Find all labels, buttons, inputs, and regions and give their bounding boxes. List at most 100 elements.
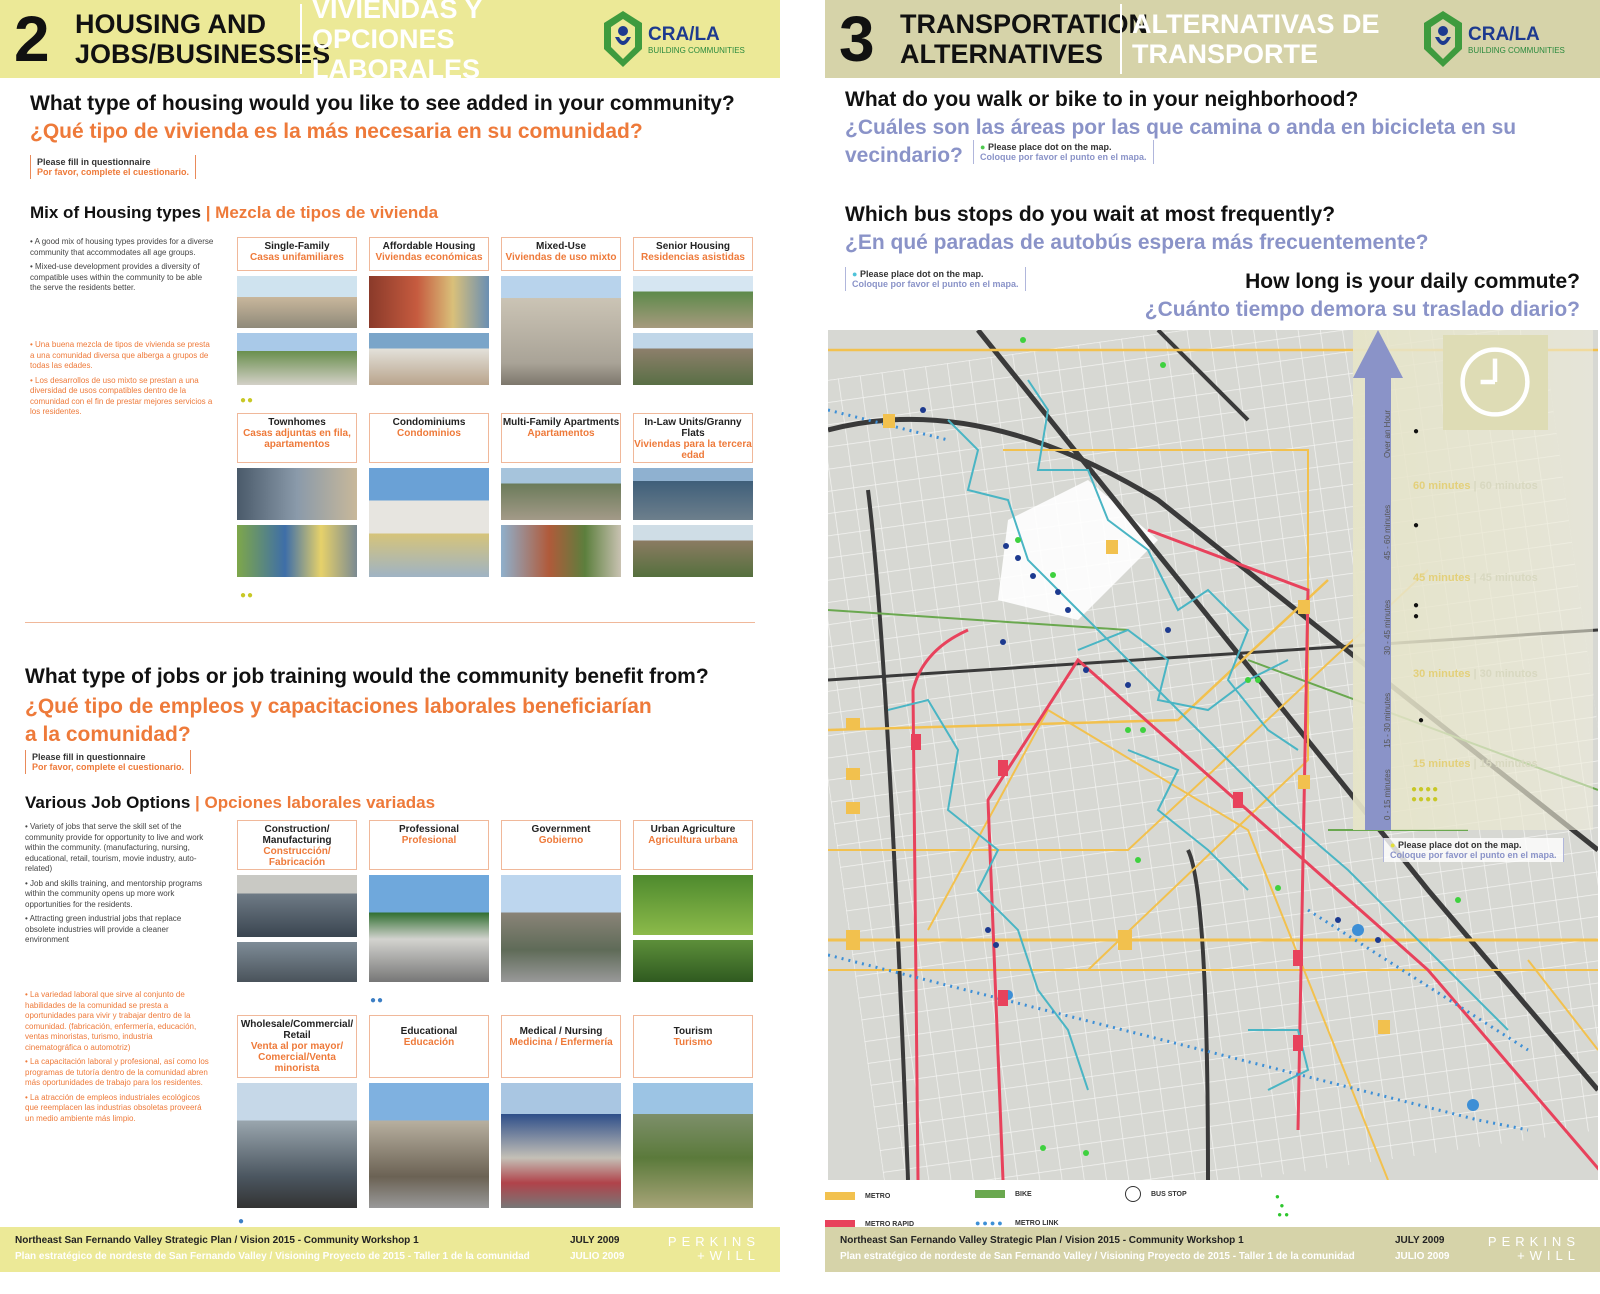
cra-la-logo-icon xyxy=(604,11,642,67)
card-label-es: Viviendas para la tercera edad xyxy=(634,439,752,461)
tick-es: | 15 minutos xyxy=(1473,758,1538,770)
header-divider xyxy=(1120,4,1122,74)
footer-date-en: JULY 2009 xyxy=(570,1235,620,1246)
photo-in-law-2 xyxy=(633,525,753,577)
housing-questionnaire-note: Please fill in questionnaire Por favor, … xyxy=(30,155,197,179)
response-dots: ● xyxy=(238,1216,246,1227)
section-title-en: Mix of Housing types xyxy=(30,203,201,222)
note-es: Coloque por favor el punto en el mapa. xyxy=(980,152,1147,162)
photo-medical xyxy=(501,1083,621,1208)
board-title-en: HOUSING AND JOBS/BUSINESSES xyxy=(75,9,331,69)
card-label-es: Venta al por mayor/ Comercial/Venta mino… xyxy=(250,1041,344,1074)
card-label-es: Condominios xyxy=(397,428,461,439)
photo-professional xyxy=(369,875,489,982)
response-dots: ●● xyxy=(240,395,255,406)
card-label-en: Wholesale/Commercial/ Retail xyxy=(240,1019,354,1041)
green-dot-icon: ● xyxy=(980,142,988,152)
jobs-bullets-en: • Variety of jobs that serve the skill s… xyxy=(25,822,210,950)
note-en-text: Please place dot on the map. xyxy=(1397,840,1522,850)
board-header: 3 TRANSPORTATION ALTERNATIVES ALTERNATIV… xyxy=(825,0,1600,78)
photo-construction xyxy=(237,875,357,937)
header-divider xyxy=(300,4,302,74)
tick-en: 15 minutes xyxy=(1413,758,1471,770)
note-es: Por favor, complete el cuestionario. xyxy=(37,167,190,177)
photo-affordable xyxy=(369,276,489,328)
commute-question-en: How long is your daily commute? xyxy=(1245,270,1580,293)
commute-tick-60: 60 minutes | 60 minutos xyxy=(1413,480,1538,492)
photo-condominiums xyxy=(369,468,489,577)
photo-educational xyxy=(369,1083,489,1208)
response-dots: ●● xyxy=(240,590,255,601)
housing-question-en: What type of housing would you like to s… xyxy=(30,92,735,115)
perkins-will-logo: PERKINS +WILL xyxy=(1487,1234,1580,1263)
photo-senior-2 xyxy=(633,333,753,385)
commute-dots: ● ● xyxy=(1413,600,1420,622)
yellow-dot-icon: ● xyxy=(1390,840,1398,850)
footer-date-es: JULIO 2009 xyxy=(1395,1251,1450,1262)
perkins-will-logo: PERKINS +WILL xyxy=(667,1234,760,1263)
footer-date-es: JULIO 2009 xyxy=(570,1251,625,1262)
walk-bike-question-es: ¿Cuáles son las áreas por las que camina… xyxy=(845,116,1517,167)
place-dot-note-yellow: ● Please place dot on the map. Coloque p… xyxy=(1383,838,1564,862)
note-en: Please fill in questionnaire xyxy=(32,752,146,762)
card-label-en: Mixed-Use xyxy=(535,241,586,252)
card-label-en: Senior Housing xyxy=(656,241,730,252)
tick-es: | 30 minutos xyxy=(1473,668,1538,680)
commute-dots: ● xyxy=(1418,715,1425,726)
note-en: ● Please place dot on the map. xyxy=(852,269,1019,279)
housing-card-townhomes: Townhomes Casas adjuntas en fila, apartam… xyxy=(237,413,357,577)
photo-single-family xyxy=(237,276,357,328)
jobs-question-en: What type of jobs or job training would … xyxy=(25,665,709,688)
housing-card-multi-family: Multi-Family Apartments Apartamentos xyxy=(501,413,621,577)
card-label-en: Medical / Nursing xyxy=(519,1026,603,1037)
commute-tick-30: 30 minutes | 30 minutos xyxy=(1413,668,1538,680)
photo-in-law xyxy=(633,468,753,520)
jobs-question-es: ¿Qué tipo de empleos y capacitaciones la… xyxy=(25,695,652,746)
bus-stop-question-en: Which bus stops do you wait at most freq… xyxy=(845,203,1336,226)
commute-arrow-icon xyxy=(1353,330,1403,830)
housing-card-affordable: Affordable Housing Viviendas económicas xyxy=(369,237,489,385)
board-number: 3 xyxy=(839,3,875,75)
footer-line-en: Northeast San Fernando Valley Strategic … xyxy=(840,1235,1244,1246)
place-dot-note-green: ● Please place dot on the map. Coloque p… xyxy=(973,140,1154,164)
job-card-urban-agriculture: Urban Agriculture Agricultura urbana xyxy=(633,820,753,982)
logo-wordmark: CRA/LA xyxy=(1468,23,1540,45)
housing-question-es: ¿Qué tipo de vivienda es la más necesari… xyxy=(30,120,643,143)
footer-line-en: Northeast San Fernando Valley Strategic … xyxy=(15,1235,419,1246)
photo-government xyxy=(501,875,621,982)
commute-tick-15: 15 minutes | 15 minutos xyxy=(1413,758,1538,770)
legend-label: METRO LINK xyxy=(1015,1219,1059,1227)
card-label-en: Government xyxy=(531,824,591,835)
response-dots: ●● xyxy=(370,995,385,1006)
card-label-es: Residencias asistidas xyxy=(641,252,745,263)
board-title-es: ALTERNATIVAS DE TRANSPORTE xyxy=(1132,9,1380,69)
neighborhood-map[interactable]: Over an Hour 60 minutes | 60 minutos 45 … xyxy=(828,330,1598,1180)
photo-affordable-2 xyxy=(369,333,489,385)
card-label-en: Tourism xyxy=(673,1026,713,1037)
range-label: Over an Hour xyxy=(1383,409,1392,458)
cra-la-logo-icon xyxy=(1424,11,1462,67)
note-es: Por favor, complete el cuestionario. xyxy=(32,762,185,772)
card-label-es: Agricultura urbana xyxy=(648,835,738,846)
card-label-es: Gobierno xyxy=(538,835,584,846)
section-title-es: | Mezcla de tipos de vivienda xyxy=(205,203,439,222)
note-en-text: Please place dot on the map. xyxy=(859,269,984,279)
photo-urban-agriculture xyxy=(633,875,753,935)
footer-line-es: Plan estratégico de nordeste de San Fern… xyxy=(15,1251,530,1262)
bullet: • A good mix of housing types provides f… xyxy=(30,237,214,257)
bullet: • La capacitación laboral y profesional,… xyxy=(25,1057,209,1087)
place-dot-note-blue: ● Please place dot on the map. Coloque p… xyxy=(845,267,1026,291)
photo-construction-2 xyxy=(237,942,357,982)
legend-label: BIKE xyxy=(1015,1190,1032,1198)
card-label-en: Affordable Housing xyxy=(382,241,476,252)
commute-time-panel[interactable]: Over an Hour 60 minutes | 60 minutos 45 … xyxy=(1353,330,1593,830)
board-header: 2 HOUSING AND JOBS/BUSINESSES VIVIENDAS … xyxy=(0,0,780,84)
card-label-es: Viviendas de uso mixto xyxy=(505,252,617,263)
cra-la-logo: CRA/LA BUILDING COMMUNITIES xyxy=(602,9,745,69)
logo-wordmark: CRA/LA xyxy=(648,23,720,45)
photo-townhomes-2 xyxy=(237,525,357,577)
footer-line-es: Plan estratégico de nordeste de San Fern… xyxy=(840,1251,1355,1262)
card-label-en: Townhomes xyxy=(268,417,326,428)
bullet: • Una buena mezcla de tipos de vivienda … xyxy=(30,340,210,370)
housing-section-title: Mix of Housing types | Mezcla de tipos d… xyxy=(30,203,438,223)
